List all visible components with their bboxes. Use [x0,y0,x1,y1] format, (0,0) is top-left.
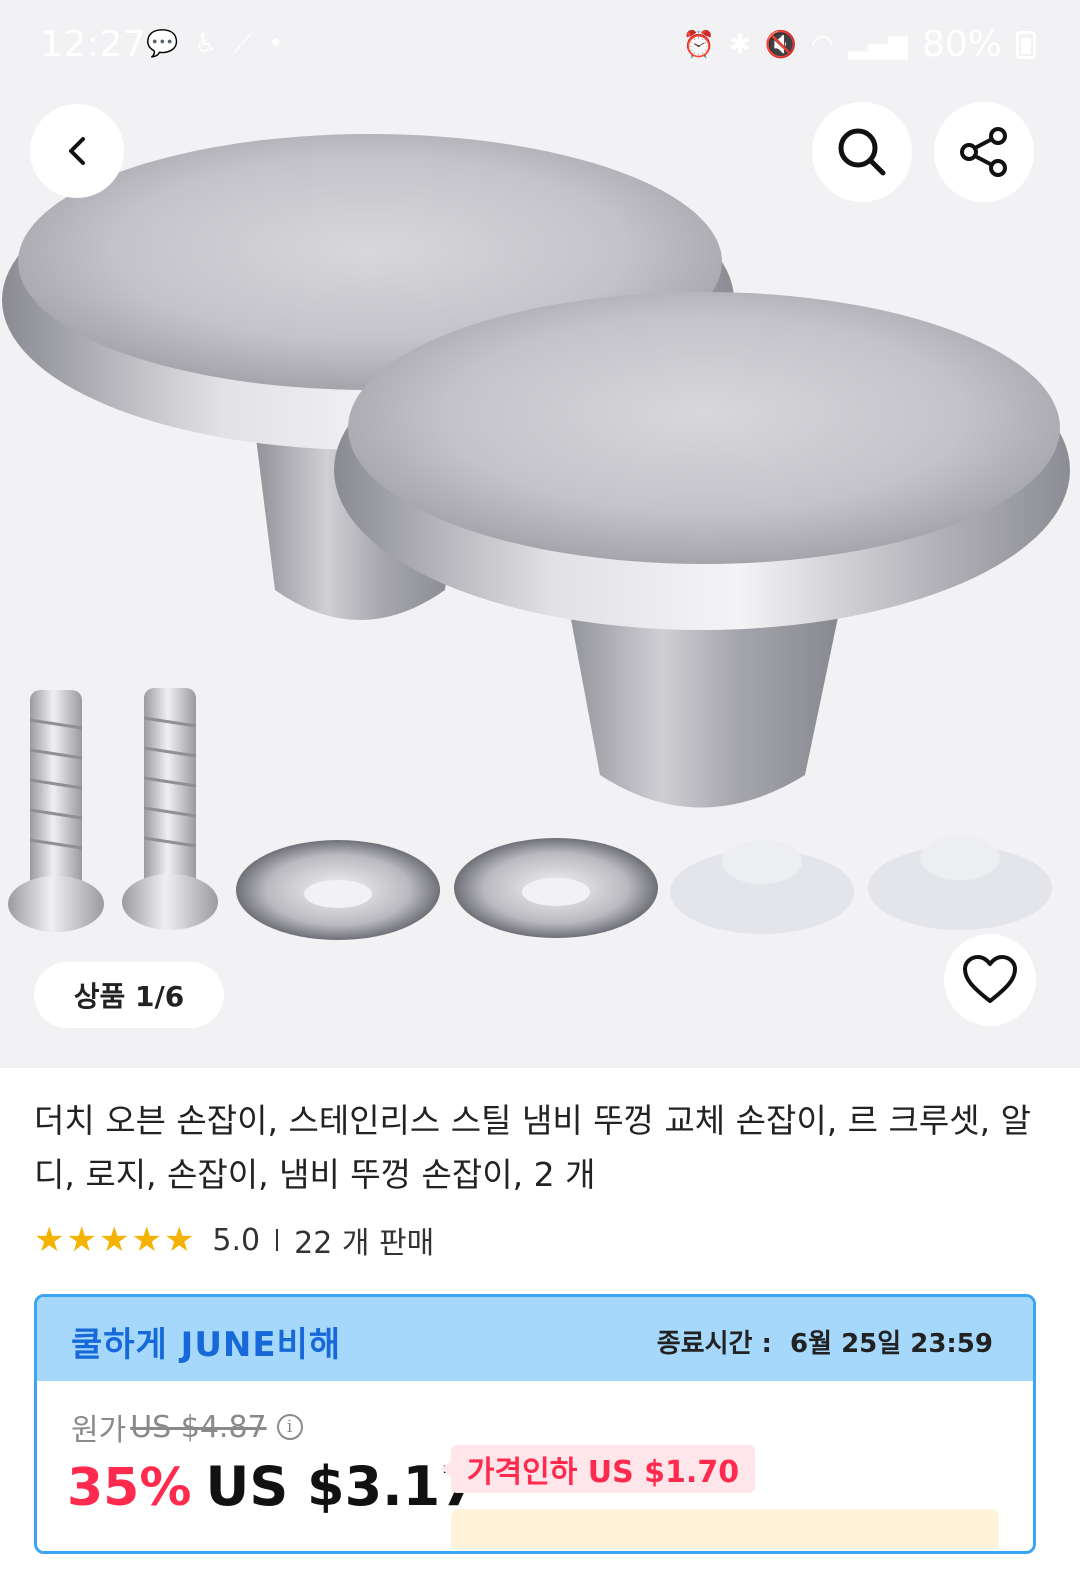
chevron-left-icon [69,137,85,165]
deal-end-value: 6월 25일 23:59 [790,1329,993,1359]
heart-icon [963,955,1017,1003]
deal-header: 쿨하게 JUNE비해 종료시간 : 6월 25일 23:59 [37,1297,1033,1381]
divider [276,1229,279,1251]
star-icon: ★ [34,1220,65,1260]
deal-end-time: 종료시간 : 6월 25일 23:59 [657,1323,993,1360]
product-title: 더치 오븐 손잡이, 스테인리스 스틸 냄비 뚜껑 교체 손잡이, 르 크루셋,… [34,1101,1031,1194]
search-button[interactable] [812,102,912,202]
star-icon: ★ [131,1220,162,1260]
rating-value: 5.0 [212,1222,261,1258]
status-time: 12:27 [40,24,147,65]
bluetooth-icon: ✱ [729,29,751,60]
search-icon [838,128,886,176]
system-icons: ⏰ ✱ 🔇 ◠ ▂▄▆ 80% [683,24,1036,65]
deal-card: 쿨하게 JUNE비해 종료시간 : 6월 25일 23:59 원가 US $4.… [34,1294,1036,1554]
battery-percent: 80% [921,24,1002,65]
star-rating: ★ ★ ★ ★ ★ [34,1223,194,1257]
original-price: US $4.87 [130,1409,267,1445]
original-price-row: 원가 US $4.87 i [71,1405,303,1449]
info-icon[interactable]: i [276,1414,303,1440]
sold-count: 22 개 판매 [294,1226,435,1261]
status-bar: 12:27 💬 ♿ ⟋ • ⏰ ✱ 🔇 ◠ ▂▄▆ 80% [0,0,1080,90]
price-drop-badge: 가격인하 US $1.70 [441,1445,755,1493]
battery-icon [1016,30,1036,59]
star-icon: ★ [163,1220,195,1260]
accessibility-icon: ♿ [194,29,218,59]
sale-price: US $3.17 [205,1455,478,1518]
price-row: 35% US $3.17 [67,1455,478,1518]
alarm-icon: ⏰ [682,29,716,60]
product-photo [2,134,1070,940]
back-button[interactable] [30,104,124,198]
talk-icon: 💬 [146,29,179,59]
mute-icon: 🔇 [764,29,798,60]
deal-name: 쿨하게 JUNE비해 [71,1325,342,1365]
notification-icons: 💬 ♿ ⟋ • [146,28,283,60]
star-icon: ★ [66,1220,97,1260]
missed-call-icon: ⟋ [233,29,252,59]
share-button[interactable] [934,102,1034,202]
deal-end-label: 종료시간 : [656,1329,772,1359]
original-price-label: 원가 [71,1413,127,1448]
dot-icon: • [267,29,284,59]
signal-icon: ▂▄▆ [847,29,908,60]
discount-percent: 35% [67,1458,192,1518]
star-icon: ★ [98,1220,130,1260]
share-icon [960,127,1007,177]
wifi-icon: ◠ [811,29,834,60]
image-counter: 상품 1/6 [34,962,224,1028]
rating-row[interactable]: ★ ★ ★ ★ ★ 5.0 22 개 판매 [34,1218,434,1262]
coupon-strip[interactable] [451,1509,999,1549]
product-image-gallery[interactable]: 12:27 💬 ♿ ⟋ • ⏰ ✱ 🔇 ◠ ▂▄▆ 80% 상품 1/6 [0,0,1080,1068]
wishlist-button[interactable] [944,934,1036,1026]
